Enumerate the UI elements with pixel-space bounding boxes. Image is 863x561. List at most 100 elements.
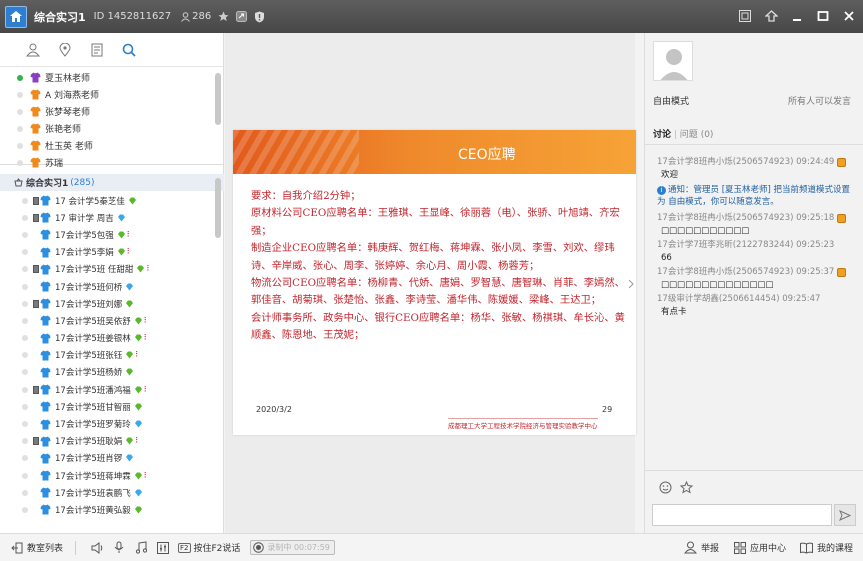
message-sender[interactable]: 17级审计学胡鑫(2506614454) 09:25:47 bbox=[657, 293, 820, 306]
shirt-icon bbox=[40, 453, 51, 464]
document-tab-icon[interactable] bbox=[89, 42, 105, 58]
chat-input[interactable] bbox=[652, 504, 832, 526]
panel-toggle-icon[interactable] bbox=[737, 8, 753, 24]
tab-discuss[interactable]: 讨论 bbox=[653, 130, 671, 140]
title-bar: 综合实习1 ID 1452811627 286 bbox=[0, 0, 863, 33]
hand-mark-icon: ⁝ bbox=[126, 229, 130, 240]
student-list-item[interactable]: 17 会计学5秦芝佳 bbox=[0, 192, 224, 209]
shirt-icon bbox=[40, 333, 51, 344]
search-icon[interactable] bbox=[121, 42, 137, 58]
hand-mark-icon: ⁝ bbox=[135, 350, 139, 361]
flower-icon[interactable] bbox=[679, 480, 694, 497]
student-list-item[interactable]: 17会计学5班吴依舒 ⁝ bbox=[0, 312, 224, 329]
report-button[interactable]: 举报 bbox=[684, 541, 719, 555]
status-dot bbox=[22, 283, 28, 290]
record-button[interactable]: 录制中 00:07:59 bbox=[250, 540, 335, 555]
student-name: 17会计学5包强 bbox=[55, 230, 114, 241]
student-list-item[interactable]: 17会计学5班罗菊玲 bbox=[0, 415, 224, 432]
student-list-item[interactable]: 17会计学5班姜银林 ⁝ bbox=[0, 330, 224, 347]
class-group-name: 综合实习1 bbox=[26, 179, 69, 189]
student-name: 17会计学5班 任甜甜 bbox=[55, 265, 134, 276]
gem-icon bbox=[134, 317, 142, 325]
status-dot bbox=[22, 506, 28, 513]
speaker-icon[interactable] bbox=[90, 541, 104, 555]
teacher-list-item[interactable]: 苏瑞 bbox=[0, 154, 224, 171]
people-count: 286 bbox=[181, 11, 211, 22]
tab-question[interactable]: 问题 bbox=[680, 130, 698, 140]
shield-icon[interactable] bbox=[254, 11, 265, 23]
message-sender[interactable]: 17会计学8班冉小烁(2506574923) 09:25:37 bbox=[657, 266, 834, 279]
message-sender[interactable]: 17会计学7班李兆昕(2122783244) 09:25:23 bbox=[657, 239, 834, 252]
close-icon[interactable] bbox=[841, 8, 857, 24]
student-name: 17会计学5班刘娜 bbox=[55, 299, 123, 310]
share-icon[interactable] bbox=[236, 11, 248, 22]
student-list-item[interactable]: 17会计学5班张钰 ⁝ bbox=[0, 347, 224, 364]
teacher-name: 夏玉林老师 bbox=[45, 74, 91, 84]
status-dot bbox=[22, 266, 28, 273]
emoji-icon[interactable] bbox=[659, 481, 672, 497]
shirt-icon bbox=[40, 487, 51, 498]
shirt-icon bbox=[40, 367, 51, 378]
my-course-button[interactable]: 我的课程 bbox=[800, 541, 853, 555]
gem-icon bbox=[126, 351, 134, 359]
gem-icon bbox=[137, 265, 145, 273]
minimize-icon[interactable] bbox=[789, 8, 805, 24]
teacher-list-item[interactable]: 夏玉林老师 bbox=[0, 69, 224, 86]
chat-panel: 自由模式 所有人可以发言 讨论 | 问题 (0) 17会计学8班冉小烁(2506… bbox=[644, 33, 863, 533]
home-icon[interactable] bbox=[5, 5, 27, 28]
maximize-icon[interactable] bbox=[815, 8, 831, 24]
student-name: 17 会计学5秦芝佳 bbox=[55, 196, 125, 207]
student-list-item[interactable]: 17会计学5班肖锣 bbox=[0, 450, 224, 467]
student-list-item[interactable]: 17会计学5班 任甜甜 ⁝ bbox=[0, 261, 224, 278]
push-to-talk-button[interactable]: F2 按住F2说话 bbox=[178, 541, 240, 554]
student-list-item[interactable]: 17会计学5班袁鹏飞 bbox=[0, 484, 224, 501]
student-list-item[interactable]: 17会计学5班蒋坤霖 ⁝ bbox=[0, 467, 224, 484]
mixer-icon[interactable] bbox=[156, 541, 170, 555]
chat-messages: 17会计学8班冉小烁(2506574923) 09:24:49 欢迎 i 通知：管理员… bbox=[657, 156, 855, 320]
room-title: 综合实习1 bbox=[34, 10, 86, 24]
send-button[interactable] bbox=[834, 504, 856, 526]
student-list-scrollbar[interactable] bbox=[215, 178, 221, 238]
shirt-icon bbox=[40, 470, 51, 481]
music-icon[interactable] bbox=[134, 541, 148, 555]
avatar[interactable] bbox=[653, 41, 693, 81]
location-tab-icon[interactable] bbox=[57, 42, 73, 58]
app-center-button[interactable]: 应用中心 bbox=[733, 541, 786, 555]
student-list-item[interactable]: 17会计学5包强 ⁝ bbox=[0, 226, 224, 243]
student-name: 17会计学5班何桥 bbox=[55, 282, 123, 293]
student-list-item[interactable]: 17会计学5班黄弘毅 bbox=[0, 501, 224, 518]
message-sender[interactable]: 17会计学8班冉小烁(2506574923) 09:24:49 bbox=[657, 156, 834, 169]
slide-paragraph: 原材料公司CEO应聘名单：王雅琪、王显峰、徐丽蓉（电）、张骄、叶旭靖、齐宏强； bbox=[251, 207, 620, 237]
student-list-item[interactable]: 17会计学5班杨娇 bbox=[0, 364, 224, 381]
class-group-header[interactable]: 综合实习1 (285) bbox=[0, 174, 224, 191]
device-icon bbox=[33, 248, 39, 256]
student-list-item[interactable]: 17会计学5班刘娜 bbox=[0, 295, 224, 312]
student-list: 17 会计学5秦芝佳 17 审计学 周吉 17会计学5包强 ⁝ 17会计学5李娟 ⁝ 17会… bbox=[0, 192, 224, 519]
room-list-button[interactable]: 教室列表 bbox=[10, 541, 63, 555]
student-list-item[interactable]: 17会计学5李娟 ⁝ bbox=[0, 244, 224, 261]
members-tab-icon[interactable] bbox=[25, 42, 41, 58]
collapse-arrow-icon[interactable] bbox=[628, 279, 635, 293]
teacher-list-item[interactable]: 杜玉英 老师 bbox=[0, 137, 224, 154]
device-icon bbox=[33, 454, 39, 462]
microphone-icon[interactable] bbox=[112, 541, 126, 555]
teacher-name: 杜玉英 老师 bbox=[45, 142, 93, 152]
star-icon[interactable] bbox=[218, 11, 229, 22]
upload-icon[interactable] bbox=[763, 8, 779, 24]
student-name: 17会计学5班蒋坤霖 bbox=[55, 471, 131, 482]
teacher-list-scrollbar[interactable] bbox=[215, 73, 221, 125]
student-list-item[interactable]: 17 审计学 周吉 bbox=[0, 209, 224, 226]
student-list-item[interactable]: 17会计学5班耿娟 ⁝ bbox=[0, 433, 224, 450]
student-name: 17会计学5班肖锣 bbox=[55, 454, 123, 465]
teacher-list-item[interactable]: 张艳老师 bbox=[0, 120, 224, 137]
student-list-item[interactable]: 17会计学5班何桥 bbox=[0, 278, 224, 295]
message-sender[interactable]: 17会计学8班冉小烁(2506574923) 09:25:18 bbox=[657, 212, 834, 225]
device-icon bbox=[33, 299, 39, 308]
device-icon bbox=[33, 506, 39, 514]
student-list-item[interactable]: 17会计学5班甘智丽 bbox=[0, 398, 224, 415]
teacher-list-item[interactable]: 张梦琴老师 bbox=[0, 103, 224, 120]
teacher-list-item[interactable]: A 刘海燕老师 bbox=[0, 86, 224, 103]
message-text: 66 bbox=[661, 253, 672, 263]
hand-mark-icon: ⁝ bbox=[146, 264, 150, 275]
student-list-item[interactable]: 17会计学5班潘鸿福 ⁝ bbox=[0, 381, 224, 398]
